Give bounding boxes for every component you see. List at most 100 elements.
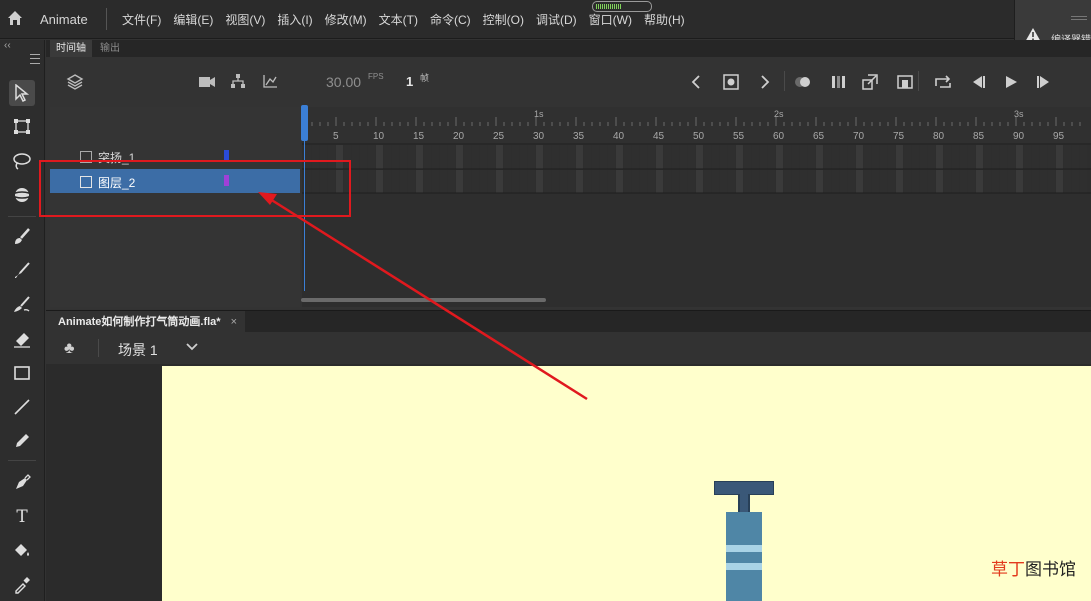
brush-tool[interactable] — [9, 258, 35, 284]
frame-cell[interactable] — [808, 145, 815, 169]
frame-cell[interactable] — [776, 145, 783, 169]
onion-skin-icon[interactable] — [794, 75, 812, 89]
frame-cell[interactable] — [1008, 145, 1015, 169]
current-frame[interactable]: 1 — [406, 74, 413, 89]
frame-cell[interactable] — [872, 145, 879, 169]
frame-cell[interactable] — [1000, 170, 1007, 193]
menu-edit[interactable]: 编辑(E) — [167, 11, 219, 28]
frame-cell[interactable] — [456, 145, 463, 169]
line-tool[interactable] — [9, 394, 35, 420]
frame-cell[interactable] — [1064, 145, 1071, 169]
frame-cell[interactable] — [944, 170, 951, 193]
frame-cell[interactable] — [688, 170, 695, 193]
frame-cell[interactable] — [744, 170, 751, 193]
frame-cell[interactable] — [760, 145, 767, 169]
frame-cell[interactable] — [960, 145, 967, 169]
menu-commands[interactable]: 命令(C) — [424, 11, 477, 28]
frame-cell[interactable] — [976, 170, 983, 193]
frame-cell[interactable] — [552, 170, 559, 193]
frame-cell[interactable] — [440, 145, 447, 169]
free-transform-tool[interactable] — [9, 114, 35, 140]
frame-cell[interactable] — [376, 145, 383, 169]
frame-cell[interactable] — [608, 170, 615, 193]
frame-cell[interactable] — [896, 170, 903, 193]
menu-view[interactable]: 视图(V) — [219, 11, 271, 28]
menu-modify[interactable]: 修改(M) — [319, 11, 373, 28]
frame-cell[interactable] — [1000, 145, 1007, 169]
frame-cell[interactable] — [680, 145, 687, 169]
paint-brush-tool[interactable] — [9, 224, 35, 250]
layers-icon[interactable] — [66, 73, 84, 91]
frame-cell[interactable] — [608, 145, 615, 169]
time-ruler[interactable]: 5 10 15 20 25 30 35 40 45 50 55 60 65 70 75 80 85 90 95 1s 2… — [302, 107, 1091, 145]
frame-cell[interactable] — [424, 145, 431, 169]
frame-cell[interactable] — [480, 170, 487, 193]
play-icon[interactable] — [1004, 75, 1018, 89]
home-icon[interactable] — [6, 9, 24, 27]
rectangle-tool[interactable] — [9, 360, 35, 386]
frame-cell[interactable] — [680, 170, 687, 193]
frame-cell[interactable] — [1072, 170, 1079, 193]
frame-cell[interactable] — [496, 145, 503, 169]
frame-cell[interactable] — [856, 170, 863, 193]
frame-cell[interactable] — [592, 170, 599, 193]
scene-name[interactable]: 场景 1 — [118, 340, 158, 360]
menu-text[interactable]: 文本(T) — [373, 11, 424, 28]
frame-cell[interactable] — [640, 145, 647, 169]
frame-cell[interactable] — [744, 145, 751, 169]
close-icon[interactable]: × — [231, 316, 237, 328]
frame-cell[interactable] — [544, 145, 551, 169]
menu-control[interactable]: 控制(O) — [477, 11, 530, 28]
frame-cell[interactable] — [408, 145, 415, 169]
frame-cell[interactable] — [816, 170, 823, 193]
frame-cell[interactable] — [736, 170, 743, 193]
3d-rotation-tool[interactable] — [9, 182, 35, 208]
frame-cell[interactable] — [408, 170, 415, 193]
frame-cell[interactable] — [984, 170, 991, 193]
frame-cell[interactable] — [488, 145, 495, 169]
frame-cell[interactable] — [648, 145, 655, 169]
frame-cell[interactable] — [752, 170, 759, 193]
frame-cell[interactable] — [472, 170, 479, 193]
fps-value[interactable]: 30.00 — [326, 74, 361, 90]
pen-tool[interactable] — [9, 470, 35, 496]
chevron-down-icon[interactable] — [186, 343, 198, 351]
eraser-tool[interactable] — [9, 326, 35, 352]
frame-cell[interactable] — [912, 145, 919, 169]
frame-cell[interactable] — [648, 170, 655, 193]
frame-cell[interactable] — [800, 170, 807, 193]
frame-cell[interactable] — [464, 145, 471, 169]
frame-cell[interactable] — [664, 145, 671, 169]
toolbar-menu-icon[interactable] — [30, 54, 40, 64]
step-back-icon[interactable] — [970, 75, 986, 89]
frame-cell[interactable] — [600, 145, 607, 169]
frame-cell[interactable] — [360, 170, 367, 193]
frame-cell[interactable] — [576, 145, 583, 169]
frame-cell[interactable] — [904, 170, 911, 193]
frame-cell[interactable] — [488, 170, 495, 193]
frame-cell[interactable] — [920, 145, 927, 169]
frame-cell[interactable] — [624, 170, 631, 193]
frame-cell[interactable] — [512, 170, 519, 193]
frame-cell[interactable] — [592, 145, 599, 169]
menu-help[interactable]: 帮助(H) — [638, 11, 691, 28]
frame-cell[interactable] — [616, 145, 623, 169]
frame-cell[interactable] — [1024, 170, 1031, 193]
frame-cell[interactable] — [528, 145, 535, 169]
loop-icon[interactable] — [934, 74, 952, 90]
frame-cell[interactable] — [392, 145, 399, 169]
frame-cell[interactable] — [816, 145, 823, 169]
pencil-tool[interactable] — [9, 428, 35, 454]
frame-cell[interactable] — [512, 145, 519, 169]
frame-cell[interactable] — [1008, 170, 1015, 193]
insert-keyframe-icon[interactable] — [723, 74, 739, 90]
frame-cell[interactable] — [984, 145, 991, 169]
frame-cell[interactable] — [992, 170, 999, 193]
frame-cell[interactable] — [392, 170, 399, 193]
frame-cell[interactable] — [864, 145, 871, 169]
lasso-tool[interactable] — [9, 148, 35, 174]
frame-cell[interactable] — [1080, 145, 1087, 169]
frame-cell[interactable] — [992, 145, 999, 169]
frame-cell[interactable] — [672, 145, 679, 169]
frame-cell[interactable] — [496, 170, 503, 193]
